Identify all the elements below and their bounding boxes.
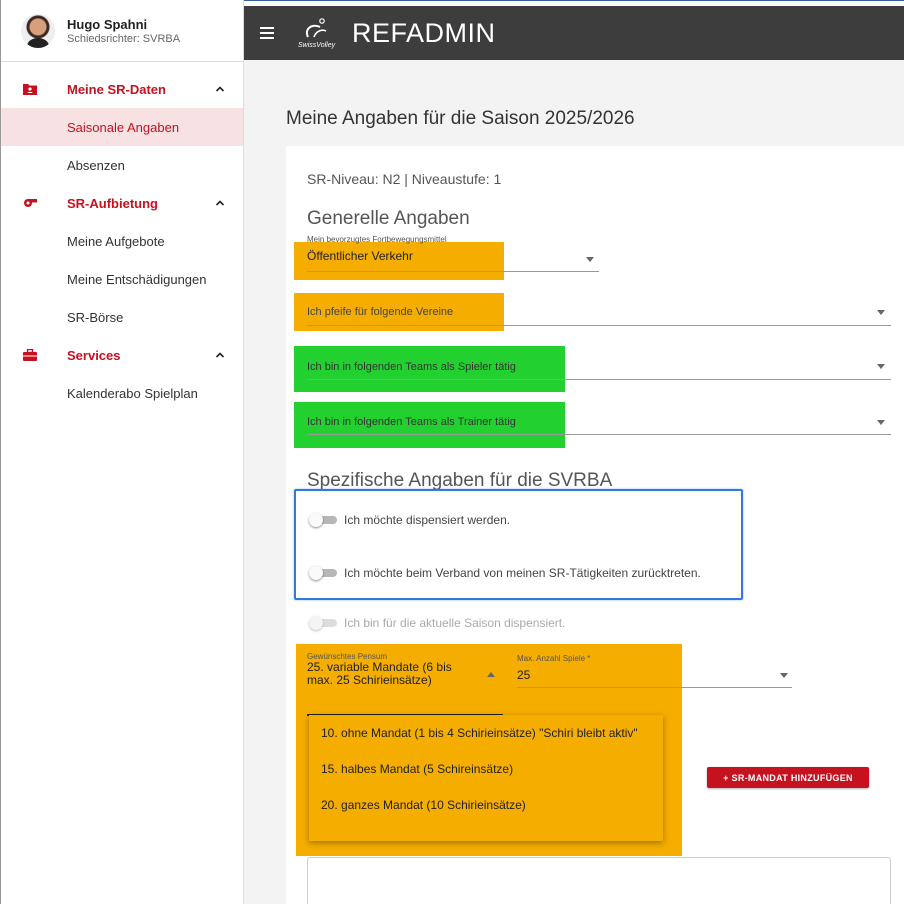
- sidebar-group-label: SR-Aufbietung: [67, 195, 158, 211]
- toggle-dispensed-current: [309, 616, 339, 630]
- dropdown-caret-up-icon[interactable]: [487, 672, 495, 677]
- pensum-select[interactable]: 25. variable Mandate (6 bis max. 25 Schi…: [307, 661, 469, 687]
- remarks-textarea[interactable]: [307, 857, 891, 904]
- sidebar-item-saisonale-angaben[interactable]: Saisonale Angaben: [1, 108, 243, 146]
- user-role: Schiedsrichter: SVRBA: [67, 32, 181, 45]
- sidebar-item-absenzen[interactable]: Absenzen: [1, 146, 243, 184]
- clubs-select[interactable]: Ich pfeife für folgende Vereine: [307, 306, 453, 318]
- briefcase-icon: [23, 348, 37, 362]
- toggle-dispense-label: Ich möchte dispensiert werden.: [344, 513, 511, 527]
- sidebar-group-sr-aufbietung[interactable]: SR-Aufbietung: [1, 184, 243, 222]
- trainer-teams-select[interactable]: Ich bin in folgenden Teams als Trainer t…: [307, 416, 516, 428]
- sidebar-item-sr-boerse[interactable]: SR-Börse: [1, 298, 243, 336]
- pensum-option[interactable]: 10. ohne Mandat (1 bis 4 Schirieinsätze)…: [309, 715, 663, 751]
- sidebar-group-label: Services: [67, 347, 121, 363]
- toggle-dispensed-current-label: Ich bin für die aktuelle Saison dispensi…: [344, 616, 566, 630]
- folder-person-icon: [23, 82, 37, 96]
- app-title: REFADMIN: [352, 17, 496, 48]
- max-games-label: Max. Anzahl Spiele *: [517, 654, 591, 663]
- dropdown-caret-icon[interactable]: [877, 310, 885, 315]
- transport-underline: [307, 271, 599, 272]
- sidebar-item-meine-aufgebote[interactable]: Meine Aufgebote: [1, 222, 243, 260]
- avatar: [21, 13, 55, 48]
- pensum-dropdown-menu: 10. ohne Mandat (1 bis 4 Schirieinsätze)…: [309, 715, 663, 841]
- focus-highlight-box: [294, 489, 743, 600]
- dropdown-caret-icon[interactable]: [877, 364, 885, 369]
- sidebar-group-sr-daten[interactable]: Meine SR-Daten: [1, 70, 243, 108]
- toggle-dispense[interactable]: [309, 513, 339, 527]
- section-heading-generelle-angaben: Generelle Angaben: [307, 208, 470, 229]
- sidebar-group-services[interactable]: Services: [1, 336, 243, 374]
- transport-label: Mein bevorzugtes Fortbewegungsmittel: [307, 235, 447, 244]
- user-panel[interactable]: Hugo Spahni Schiedsrichter: SVRBA: [1, 0, 243, 62]
- pensum-option[interactable]: 15. halbes Mandat (5 Schireinsätze): [309, 751, 663, 787]
- toggle-resign[interactable]: [309, 566, 339, 580]
- pensum-option[interactable]: 20. ganzes Mandat (10 Schirieinsätze): [309, 787, 663, 823]
- sidebar-item-kalenderabo[interactable]: Kalenderabo Spielplan: [1, 374, 243, 412]
- transport-select[interactable]: Öffentlicher Verkehr: [307, 249, 413, 263]
- editor-toolbar: [316, 841, 526, 847]
- trainer-teams-underline: [307, 434, 891, 435]
- page-title: Meine Angaben für die Saison 2025/2026: [286, 108, 635, 129]
- top-app-bar: SwissVolley REFADMIN: [244, 6, 904, 60]
- max-games-select[interactable]: 25: [517, 668, 530, 682]
- whistle-icon: [23, 196, 37, 210]
- max-games-underline: [517, 687, 792, 688]
- chevron-up-icon: [215, 86, 225, 92]
- sidebar: Hugo Spahni Schiedsrichter: SVRBA Meine …: [0, 0, 244, 904]
- player-teams-underline: [307, 379, 891, 380]
- menu-icon[interactable]: [260, 27, 274, 39]
- chevron-up-icon: [215, 200, 225, 206]
- user-name: Hugo Spahni: [67, 16, 148, 32]
- dropdown-caret-icon[interactable]: [586, 257, 594, 262]
- sidebar-item-meine-entschaedigungen[interactable]: Meine Entschädigungen: [1, 260, 243, 298]
- swissvolley-logo: SwissVolley: [298, 17, 342, 49]
- dropdown-caret-icon[interactable]: [877, 420, 885, 425]
- add-sr-mandat-button[interactable]: + SR-MANDAT HINZUFÜGEN: [707, 767, 869, 788]
- logo-text: SwissVolley: [298, 42, 336, 49]
- niveau-text: SR-Niveau: N2 | Niveaustufe: 1: [307, 171, 502, 187]
- sidebar-group-label: Meine SR-Daten: [67, 81, 166, 97]
- chevron-up-icon: [215, 352, 225, 358]
- toggle-resign-label: Ich möchte beim Verband von meinen SR-Tä…: [344, 566, 701, 580]
- clubs-underline: [307, 325, 891, 326]
- player-teams-select[interactable]: Ich bin in folgenden Teams als Spieler t…: [307, 361, 516, 373]
- dropdown-caret-icon[interactable]: [780, 673, 788, 678]
